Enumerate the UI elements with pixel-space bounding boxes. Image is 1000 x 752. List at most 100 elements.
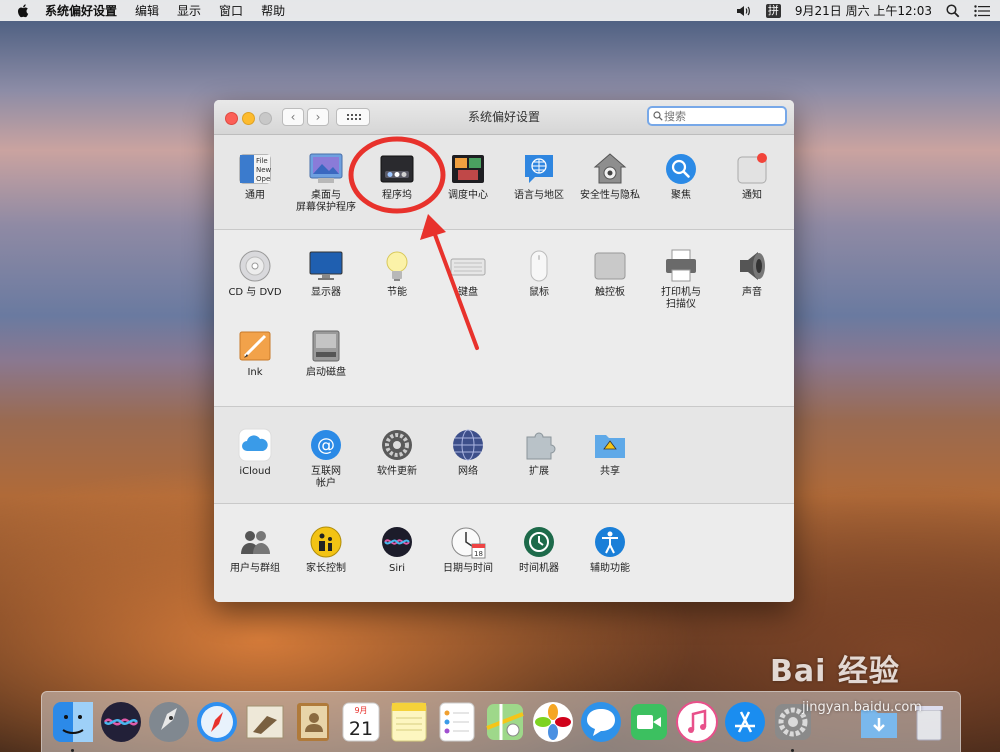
menu-edit[interactable]: 编辑 [135, 2, 159, 19]
pane-label-line2: 屏幕保护程序 [296, 202, 356, 213]
pane-time-machine[interactable]: 时间机器 [503, 524, 575, 575]
safari-icon[interactable] [195, 700, 239, 744]
launchpad-icon[interactable] [147, 700, 191, 744]
pane-icloud[interactable]: iCloud [219, 427, 291, 478]
pane-label: 键盘 [458, 287, 478, 298]
watermark-url: jingyan.baidu.com [802, 700, 922, 715]
pane-label: Ink [247, 367, 263, 378]
shared-folder-icon [595, 435, 625, 458]
menu-view[interactable]: 显示 [177, 2, 201, 19]
pane-users-groups[interactable]: 用户与群组 [219, 524, 291, 575]
parental-controls-icon [310, 526, 342, 558]
calendar-icon[interactable]: 9月 21 [339, 700, 383, 744]
siri-icon[interactable] [99, 700, 143, 744]
pane-label: 触控板 [595, 287, 625, 298]
date-time-icon-day: 18 [474, 550, 483, 558]
pane-network[interactable]: 网络 [432, 427, 504, 478]
pane-label: 打印机与 [661, 287, 701, 298]
svg-text:@: @ [317, 435, 335, 456]
pane-mission-control[interactable]: 调度中心 [432, 151, 504, 202]
speaker-icon [740, 252, 765, 280]
pane-label-line2: 帐户 [316, 478, 336, 489]
pane-label: 显示器 [311, 287, 341, 298]
pane-cds-dvds[interactable]: CD 与 DVD [219, 248, 291, 299]
menu-window[interactable]: 窗口 [219, 2, 243, 19]
pane-displays[interactable]: 显示器 [290, 248, 362, 299]
general-icon-file: File [256, 157, 268, 165]
apple-menu-icon[interactable] [16, 3, 31, 18]
search-field[interactable] [647, 106, 787, 126]
pane-parental-controls[interactable]: 家长控制 [290, 524, 362, 575]
spotlight-icon [666, 154, 696, 184]
maps-icon[interactable] [483, 700, 527, 744]
pane-label: CD 与 DVD [228, 287, 282, 298]
pane-trackpad[interactable]: 触控板 [574, 248, 646, 299]
reminders-icon[interactable] [435, 700, 479, 744]
volume-icon[interactable] [736, 4, 752, 18]
ink-icon [239, 331, 271, 361]
itunes-icon[interactable] [675, 700, 719, 744]
general-icon-new: New [256, 166, 272, 174]
pane-label: 互联网 [311, 466, 341, 477]
pane-general[interactable]: File New Ope 通用 [219, 151, 291, 202]
pane-dock[interactable]: 程序坞 [361, 151, 433, 202]
pane-label-line2: 扫描仪 [666, 299, 696, 310]
pane-desktop-screensaver[interactable]: 桌面与 屏幕保护程序 [290, 151, 362, 214]
menu-bar: 系统偏好设置 编辑 显示 窗口 帮助 拼 9月21日 周六 上午12:03 [0, 0, 1000, 21]
pane-label: 扩展 [529, 466, 549, 477]
pane-spotlight[interactable]: 聚焦 [645, 151, 717, 202]
pane-label: 桌面与 [311, 190, 341, 201]
pane-language-region[interactable]: 语言与地区 [503, 151, 575, 202]
search-icon [653, 111, 663, 121]
pane-software-update[interactable]: 软件更新 [361, 427, 433, 478]
pane-label: 日期与时间 [443, 563, 493, 574]
pane-label: 通知 [742, 190, 762, 201]
pane-label: 安全性与隐私 [580, 190, 640, 201]
app-name-menu[interactable]: 系统偏好设置 [45, 2, 117, 19]
pane-internet-accounts[interactable]: @ 互联网 帐户 [290, 427, 362, 490]
pane-notifications[interactable]: 通知 [716, 151, 788, 202]
contacts-icon[interactable] [291, 700, 335, 744]
pane-extensions[interactable]: 扩展 [503, 427, 575, 478]
notification-center-icon[interactable] [974, 4, 990, 17]
accessibility-icon [595, 527, 625, 557]
printer-icon [666, 249, 696, 282]
pane-ink[interactable]: Ink [219, 328, 291, 379]
pane-label: 软件更新 [377, 466, 417, 477]
pane-startup-disk[interactable]: 启动磁盘 [290, 328, 362, 379]
pane-label: 节能 [387, 287, 407, 298]
photos-icon[interactable] [531, 700, 575, 744]
hard-drive-icon [312, 330, 340, 362]
spotlight-search-icon[interactable] [946, 3, 960, 18]
puzzle-piece-icon [526, 432, 556, 460]
search-input[interactable] [664, 108, 782, 124]
pane-label: Siri [388, 563, 405, 574]
pane-security-privacy[interactable]: 安全性与隐私 [574, 151, 646, 202]
pane-sound[interactable]: 声音 [716, 248, 788, 299]
pane-siri[interactable]: Siri [361, 524, 433, 575]
menu-clock[interactable]: 9月21日 周六 上午12:03 [795, 2, 932, 19]
notes-icon[interactable] [387, 700, 431, 744]
pane-printers-scanners[interactable]: 打印机与 扫描仪 [645, 248, 717, 311]
pane-keyboard[interactable]: 键盘 [432, 248, 504, 299]
pane-accessibility[interactable]: 辅助功能 [574, 524, 646, 575]
desktop-screensaver-icon [309, 153, 343, 183]
siri-icon [382, 527, 412, 557]
input-method-icon[interactable]: 拼 [765, 3, 781, 18]
menu-help[interactable]: 帮助 [261, 2, 285, 19]
messages-icon[interactable] [579, 700, 623, 744]
pane-label: 网络 [458, 466, 478, 477]
monitor-icon [309, 251, 343, 280]
disc-icon [239, 250, 271, 282]
mail-icon[interactable] [243, 700, 287, 744]
pane-label: 聚焦 [671, 190, 691, 201]
pane-energy-saver[interactable]: 节能 [361, 248, 433, 299]
finder-icon[interactable] [51, 700, 95, 744]
pane-date-time[interactable]: 18 日期与时间 [432, 524, 504, 575]
pane-mouse[interactable]: 鼠标 [503, 248, 575, 299]
general-icon-open: Ope [256, 175, 270, 183]
pane-sharing[interactable]: 共享 [574, 427, 646, 478]
pane-label: iCloud [239, 466, 271, 477]
app-store-icon[interactable] [723, 700, 767, 744]
facetime-icon[interactable] [627, 700, 671, 744]
